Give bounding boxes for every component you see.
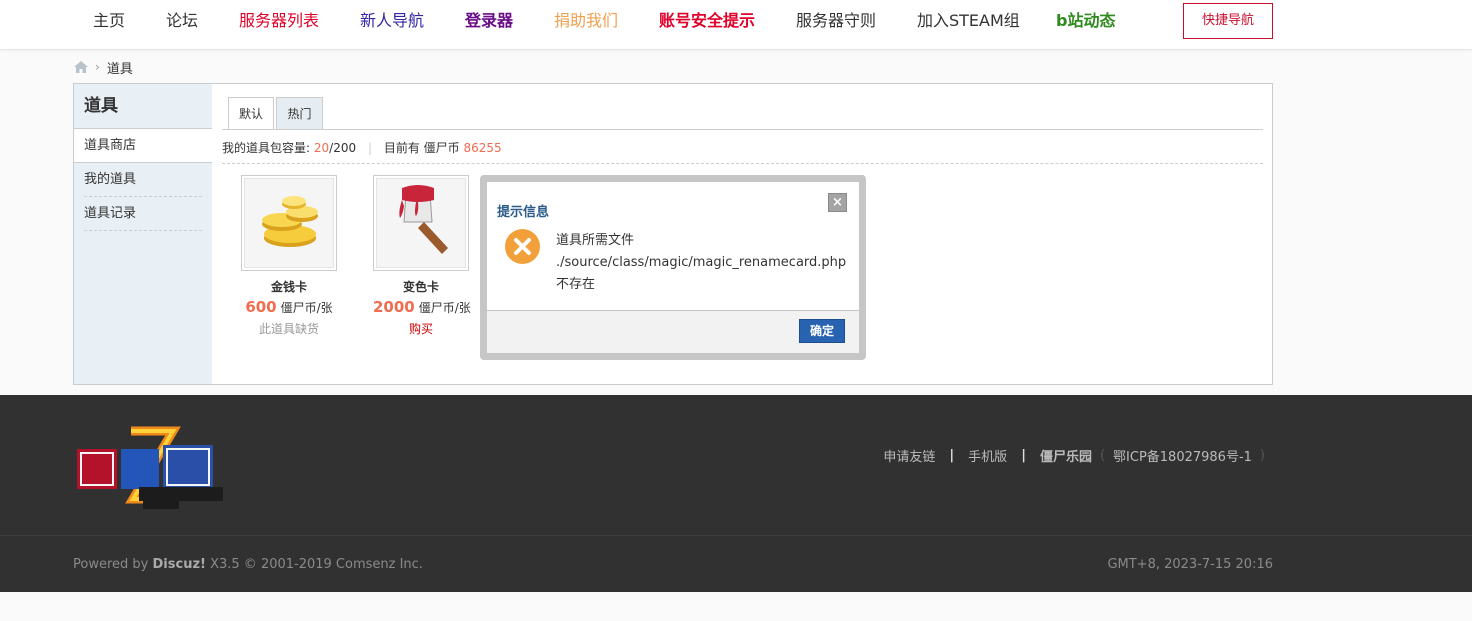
capacity-total: /200 bbox=[329, 141, 357, 155]
site-logo[interactable] bbox=[73, 425, 225, 511]
nav-steam-group[interactable]: 加入STEAM组 bbox=[917, 10, 1020, 32]
tab-hot[interactable]: 热门 bbox=[276, 97, 323, 130]
server-time: GMT+8, 2023-7-15 20:16 bbox=[1107, 557, 1273, 572]
item-price: 2000 僵尸币/张 bbox=[373, 298, 471, 316]
dialog-message: 道具所需文件 ./source/class/magic/magic_rename… bbox=[556, 230, 846, 296]
footer-top: 申请友链 | 手机版 | 僵尸乐园 ( 鄂ICP备18027986号-1 ) bbox=[0, 395, 1472, 536]
balance-label: 目前有 僵尸币 bbox=[383, 141, 460, 155]
nav-forum[interactable]: 论坛 bbox=[166, 10, 198, 32]
error-dialog: 提示信息 × 道具所需文件 ./source/class/magic/magic… bbox=[487, 182, 859, 353]
gold-coins-icon bbox=[262, 196, 318, 247]
nav-home[interactable]: 主页 bbox=[93, 10, 125, 32]
item-name: 金钱卡 bbox=[270, 280, 307, 294]
sidebar: 道具 道具商店 我的道具 道具记录 bbox=[74, 84, 212, 384]
tab-divider bbox=[222, 129, 1263, 130]
home-icon[interactable] bbox=[73, 60, 89, 74]
dialog-frame: 提示信息 × 道具所需文件 ./source/class/magic/magic… bbox=[480, 175, 866, 360]
item-name: 变色卡 bbox=[402, 280, 439, 294]
message-line: 不存在 bbox=[556, 277, 596, 292]
message-line: ./source/class/magic/magic_renamecard.ph… bbox=[556, 255, 847, 270]
item-card-money: 金钱卡 600 僵尸币/张 此道具缺货 bbox=[241, 175, 337, 337]
nav-donate[interactable]: 捐助我们 bbox=[554, 10, 618, 32]
tab-default[interactable]: 默认 bbox=[228, 97, 274, 130]
footer-paren: ( bbox=[1099, 448, 1106, 463]
dialog-title: 提示信息 bbox=[497, 205, 550, 220]
top-navigation: 主页 论坛 服务器列表 新人导航 登录器 捐助我们 账号安全提示 服务器守则 加… bbox=[0, 0, 1472, 50]
capacity-info: 我的道具包容量: 20/200 | 目前有 僵尸币 86255 bbox=[222, 139, 502, 157]
footer-link-mobile[interactable]: 手机版 bbox=[968, 446, 1007, 465]
item-image[interactable] bbox=[241, 175, 337, 271]
item-price-value: 2000 bbox=[373, 298, 415, 316]
error-icon bbox=[505, 229, 540, 264]
buy-link[interactable]: 购买 bbox=[373, 320, 469, 337]
breadcrumb-current: 道具 bbox=[106, 61, 133, 77]
item-picture-frame bbox=[376, 178, 466, 268]
footer-links: 申请友链 | 手机版 | 僵尸乐园 ( 鄂ICP备18027986号-1 ) bbox=[883, 446, 1273, 465]
quick-nav-button[interactable]: 快捷导航 bbox=[1183, 3, 1273, 39]
capacity-separator: | bbox=[367, 141, 372, 155]
close-icon[interactable]: × bbox=[828, 193, 847, 212]
item-price: 600 僵尸币/张 bbox=[241, 298, 337, 316]
message-line: 道具所需文件 bbox=[556, 233, 635, 248]
item-image[interactable] bbox=[373, 175, 469, 271]
sidebar-title: 道具 bbox=[74, 84, 212, 129]
item-card-color: 变色卡 2000 僵尸币/张 购买 bbox=[373, 175, 471, 337]
nav-server-rules[interactable]: 服务器守则 bbox=[796, 10, 876, 32]
footer-link-site[interactable]: 僵尸乐园 bbox=[1040, 446, 1092, 465]
item-price-unit: 僵尸币/张 bbox=[280, 301, 333, 315]
error-x-icon bbox=[514, 238, 531, 255]
nav-server-list[interactable]: 服务器列表 bbox=[239, 10, 319, 32]
powered-by: Powered by Discuz! X3.5 © 2001-2019 Coms… bbox=[73, 557, 423, 572]
powered-brand[interactable]: Discuz! bbox=[153, 557, 206, 572]
nav-newbie-guide[interactable]: 新人导航 bbox=[360, 10, 424, 32]
nav-account-security[interactable]: 账号安全提示 bbox=[659, 10, 755, 32]
footer-link-apply[interactable]: 申请友链 bbox=[883, 446, 935, 465]
powered-prefix: Powered by bbox=[73, 557, 149, 572]
capacity-label: 我的道具包容量: bbox=[222, 141, 311, 155]
balance-value: 86255 bbox=[463, 141, 502, 155]
sidebar-item-shop[interactable]: 道具商店 bbox=[74, 129, 212, 163]
powered-suffix: X3.5 © 2001-2019 Comsenz Inc. bbox=[210, 557, 423, 572]
footer-separator: | bbox=[949, 448, 955, 463]
item-price-value: 600 bbox=[245, 298, 277, 316]
capacity-used: 20 bbox=[313, 141, 330, 155]
breadcrumb-separator: › bbox=[95, 60, 100, 74]
paint-brush-icon bbox=[399, 185, 448, 254]
sidebar-item-my-items[interactable]: 我的道具 bbox=[84, 163, 202, 197]
footer-link-icp[interactable]: 鄂ICP备18027986号-1 bbox=[1113, 446, 1252, 465]
footer: 申请友链 | 手机版 | 僵尸乐园 ( 鄂ICP备18027986号-1 ) P… bbox=[0, 395, 1472, 592]
item-picture-frame bbox=[244, 178, 334, 268]
capacity-divider bbox=[222, 163, 1263, 164]
breadcrumb: › 道具 bbox=[73, 58, 133, 77]
sidebar-item-records[interactable]: 道具记录 bbox=[84, 197, 202, 231]
item-out-of-stock: 此道具缺货 bbox=[258, 322, 319, 336]
nav-bilibili[interactable]: b站动态 bbox=[1056, 10, 1115, 32]
nav-launcher[interactable]: 登录器 bbox=[465, 10, 513, 32]
footer-paren: ) bbox=[1259, 448, 1265, 463]
confirm-button[interactable]: 确定 bbox=[799, 319, 845, 343]
footer-separator: | bbox=[1021, 448, 1026, 463]
item-price-unit: 僵尸币/张 bbox=[418, 301, 471, 315]
